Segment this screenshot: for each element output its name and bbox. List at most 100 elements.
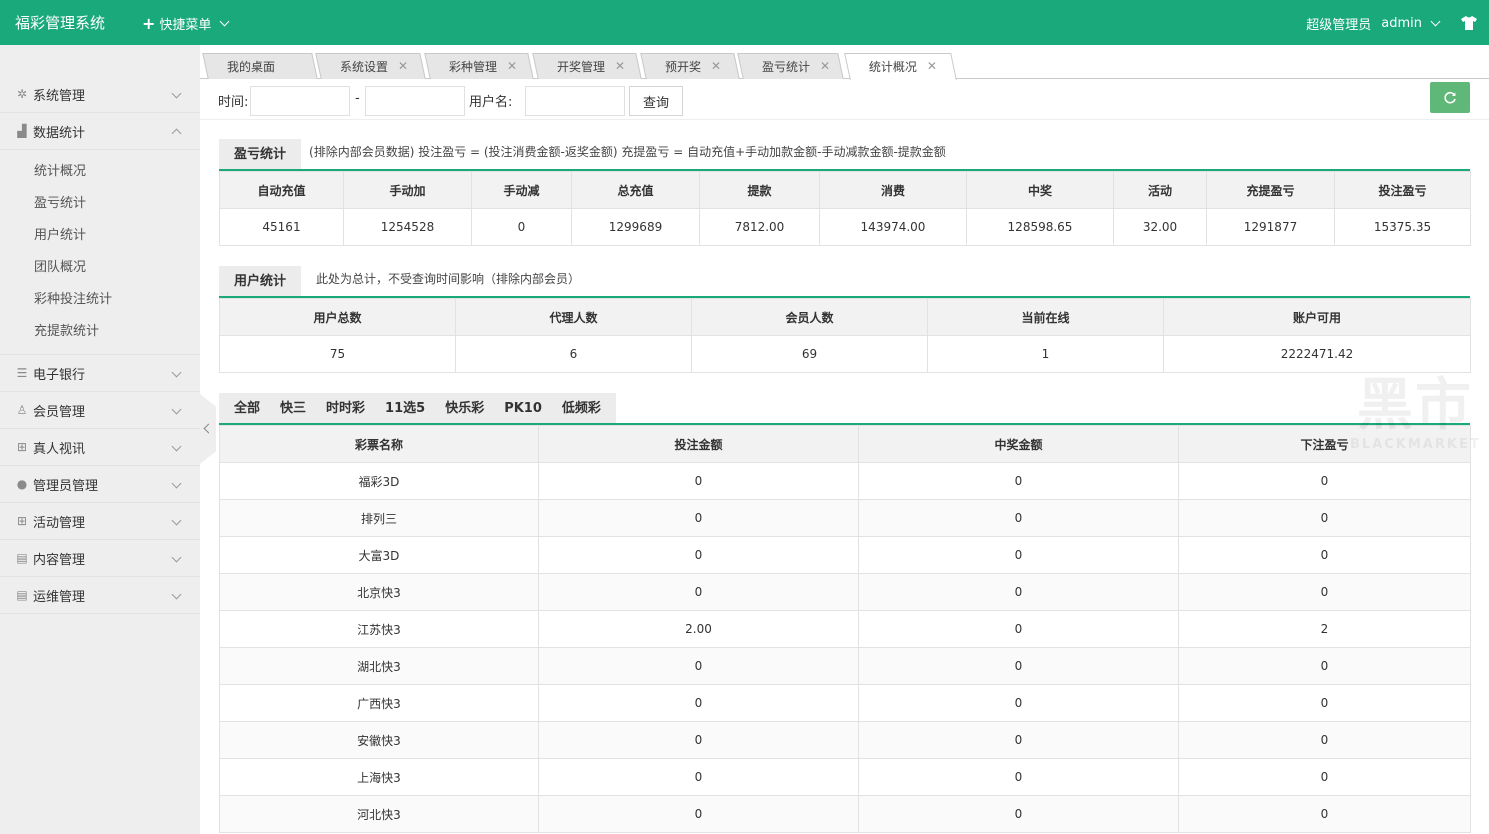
category-tab[interactable]: 全部 [224,393,270,424]
sidebar-item-label: 系统管理 [33,88,86,104]
bar-chart-icon: ▟ [17,124,27,138]
table-cell: 1254528 [343,208,472,246]
quick-menu-button[interactable]: + 快捷菜单 [142,14,230,33]
sidebar-subitem[interactable]: 充提款统计 [0,316,200,348]
category-tab[interactable]: PK10 [494,393,552,424]
category-tab[interactable]: 快三 [270,393,316,424]
table-row: 北京快3 0 0 0 [219,573,1471,611]
sidebar-collapse-handle[interactable] [200,394,216,464]
sidebar-item[interactable]: ✲ 系统管理 [0,76,200,113]
close-icon[interactable]: ✕ [927,59,937,73]
tab-5[interactable]: 预开奖 ✕ [640,53,740,79]
chevron-down-icon [171,589,182,600]
table-cell: 143974.00 [819,208,967,246]
category-tab[interactable]: 低频彩 [552,393,611,424]
column-header: 下注盈亏 [1178,425,1471,463]
column-header: 用户总数 [219,298,456,336]
column-header: 账户可用 [1163,298,1471,336]
username-input[interactable] [525,86,625,116]
chevron-down-icon [171,367,182,378]
refresh-button[interactable] [1430,82,1470,113]
close-icon[interactable]: ✕ [615,59,625,73]
filter-bar: 时间: - 用户名: 查询 [200,80,1489,120]
column-header: 投注盈亏 [1334,171,1471,209]
column-header: 手动减 [471,171,572,209]
table-cell: 128598.65 [966,208,1114,246]
table-cell: 0 [538,647,859,685]
close-icon[interactable]: ✕ [820,59,830,73]
table-cell: 湖北快3 [219,647,539,685]
table-cell: 河北快3 [219,795,539,833]
sidebar-item[interactable]: ⊞ 活动管理 [0,503,200,540]
tab-content: 系统设置 ✕ [319,54,422,78]
tab-content: 预开奖 ✕ [644,54,736,78]
sidebar-item[interactable]: ♙ 会员管理 [0,392,200,429]
user-section-title: 用户统计 [219,266,302,297]
tab-3[interactable]: 彩种管理 ✕ [424,53,534,79]
table-cell: 0 [1178,573,1471,611]
sidebar-subitem[interactable]: 彩种投注统计 [0,284,200,316]
tab-label: 系统设置 [340,59,389,74]
lottery-category-tabs: 全部 快三 时时彩 11选5 快乐彩 PK10 低频彩 [219,393,616,424]
query-button[interactable]: 查询 [629,86,683,116]
table-cell: 2222471.42 [1163,335,1471,373]
sidebar-item[interactable]: ⊞ 真人视讯 [0,429,200,466]
table-row: 福彩3D 0 0 0 [219,462,1471,500]
table-cell: 0 [858,610,1179,648]
start-time-input[interactable] [250,86,350,116]
table-row: 湖北快3 0 0 0 [219,647,1471,685]
column-header: 自动充值 [219,171,344,209]
table-cell: 0 [538,721,859,759]
column-header: 提款 [699,171,820,209]
tab-7[interactable]: 统计概况 ✕ [844,53,957,80]
sidebar-item[interactable]: ☰ 电子银行 [0,355,200,392]
tab-6[interactable]: 盈亏统计 ✕ [737,53,844,79]
sidebar-item[interactable]: ▟ 数据统计 [0,113,200,150]
username: admin [1381,16,1422,31]
table-cell: 江苏快3 [219,610,539,648]
close-icon[interactable]: ✕ [398,59,408,73]
chevron-up-icon [171,128,182,139]
table-cell: 0 [858,536,1179,574]
category-tab[interactable]: 11选5 [375,393,435,424]
tab-4[interactable]: 开奖管理 ✕ [532,53,642,79]
tab-1[interactable]: 我的桌面 [202,53,318,79]
user-menu[interactable]: 超级管理员 admin [1306,14,1441,33]
sidebar-subitem[interactable]: 团队概况 [0,252,200,284]
column-header: 总充值 [571,171,700,209]
end-time-input[interactable] [365,86,465,116]
tshirt-icon[interactable] [1461,16,1477,30]
sidebar-submenu: 统计概况 盈亏统计 用户统计 团队概况 彩种投注统计 充提款统计 [0,150,200,355]
user-role: 超级管理员 [1306,18,1372,33]
sidebar-item-label: 会员管理 [33,404,86,420]
sidebar-menu: ✲ 系统管理 ▟ 数据统计 统计概况 盈亏统计 用户统计 团队概况 彩种投注统计 充提款统计 ☰ 电子… [0,76,200,614]
table-cell: 75 [219,335,456,373]
category-tab[interactable]: 快乐彩 [435,393,494,424]
table-cell: 1 [927,335,1164,373]
chevron-down-icon [171,515,182,526]
table-cell: 0 [538,499,859,537]
sidebar-item-label: 电子银行 [33,367,86,383]
sidebar-item[interactable]: ▤ 运维管理 [0,577,200,614]
sidebar-subitem[interactable]: 用户统计 [0,220,200,252]
close-icon[interactable]: ✕ [507,59,517,73]
refresh-icon [1444,91,1456,103]
column-header: 会员人数 [691,298,928,336]
sidebar-subitem[interactable]: 盈亏统计 [0,188,200,220]
sidebar-item[interactable]: ● 管理员管理 [0,466,200,503]
table-cell: 0 [858,499,1179,537]
tab-2[interactable]: 系统设置 ✕ [315,53,426,79]
table-cell: 0 [1178,462,1471,500]
tab-label: 开奖管理 [557,59,606,74]
time-label: 时间: [218,95,249,110]
table-cell: 排列三 [219,499,539,537]
table-row: 上海快3 0 0 0 [219,758,1471,796]
column-header: 手动加 [343,171,472,209]
tab-label: 盈亏统计 [762,59,811,74]
close-icon[interactable]: ✕ [711,59,721,73]
category-tab[interactable]: 时时彩 [316,393,375,424]
table-cell: 上海快3 [219,758,539,796]
sidebar-subitem[interactable]: 统计概况 [0,156,200,188]
sidebar-item[interactable]: ▤ 内容管理 [0,540,200,577]
table-cell: 0 [858,647,1179,685]
